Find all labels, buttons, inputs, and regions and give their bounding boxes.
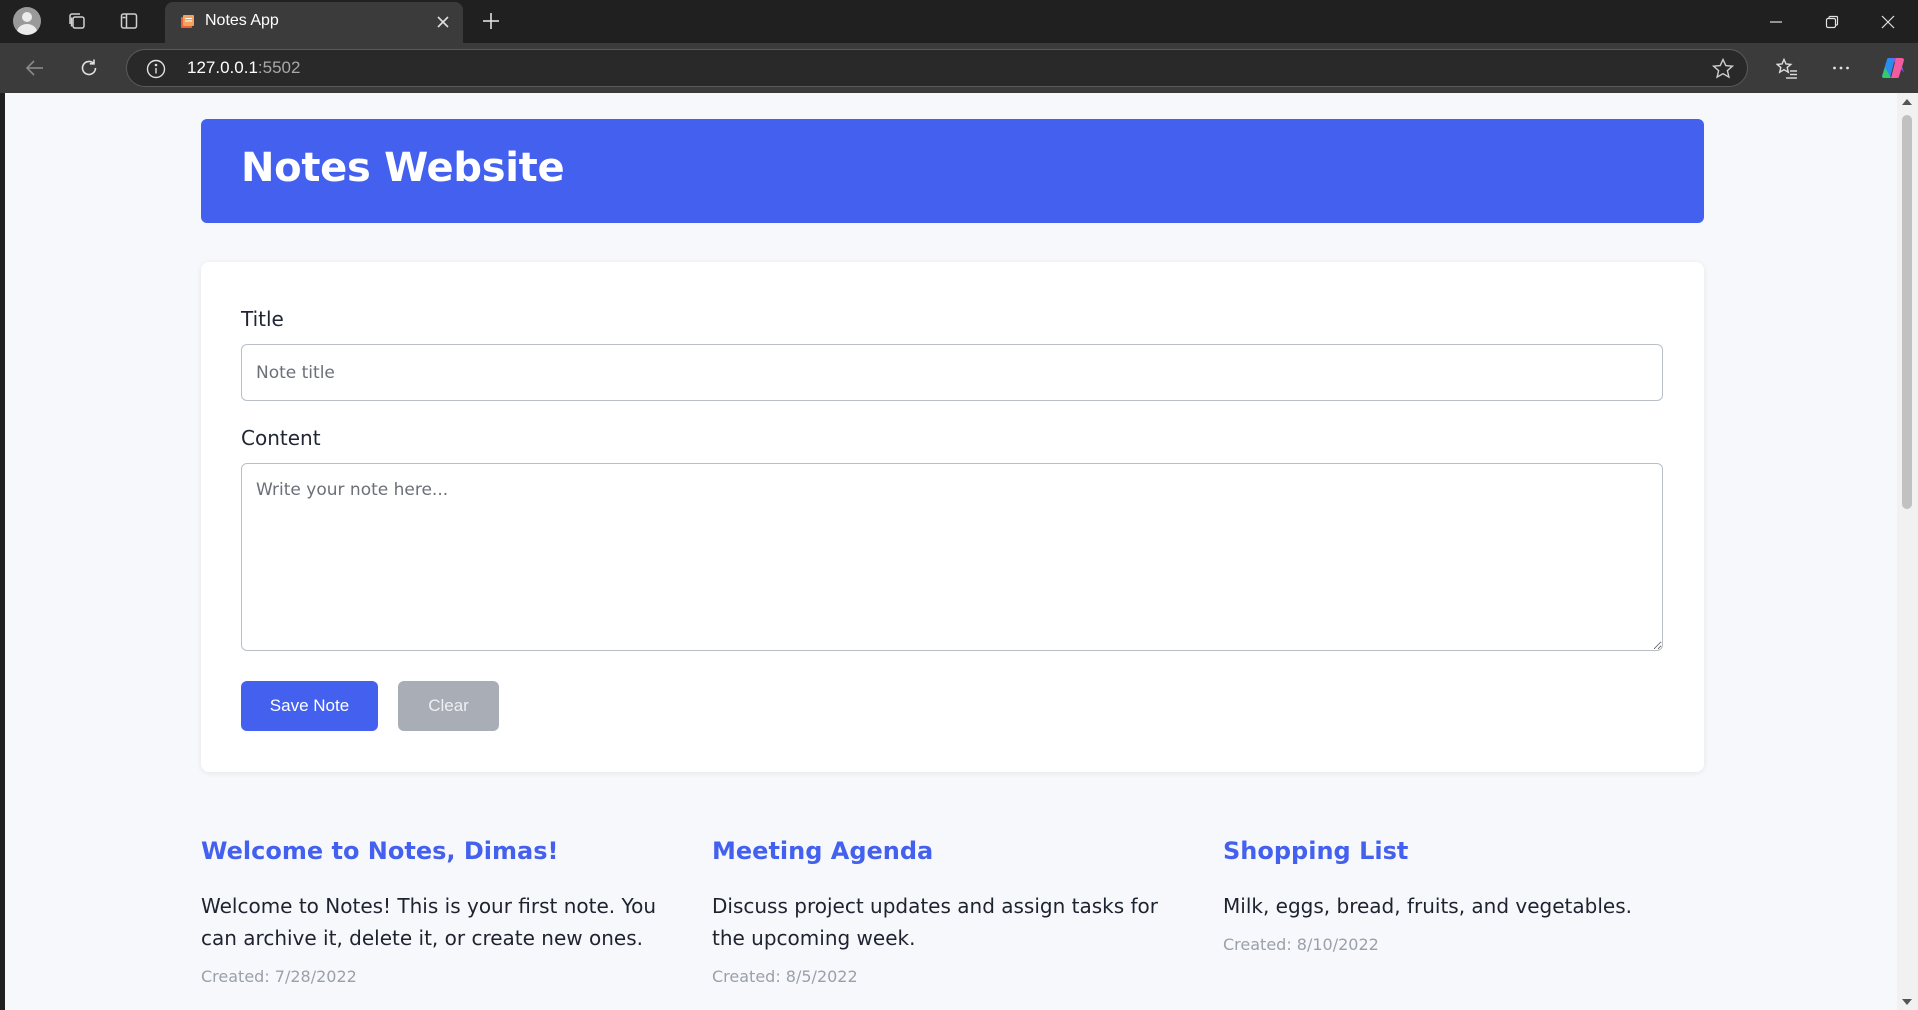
close-icon[interactable]: [435, 14, 451, 30]
tab-notes-app[interactable]: Notes App: [165, 2, 463, 43]
avatar-icon: [13, 7, 41, 35]
restore-icon: [1825, 15, 1839, 28]
content-label: Content: [241, 426, 321, 450]
title-label: Title: [241, 307, 284, 331]
url-port: :5502: [257, 58, 301, 77]
side-panel-button[interactable]: [114, 8, 144, 34]
window-close-icon: [1881, 15, 1895, 28]
browser-toolbar: 127.0.0.1:5502: [0, 43, 1918, 93]
address-bar[interactable]: 127.0.0.1:5502: [126, 49, 1748, 87]
favorites-button[interactable]: [1770, 53, 1804, 83]
favorites-list-icon: [1776, 57, 1797, 79]
page-scrollbar[interactable]: [1897, 93, 1918, 1010]
notes-favicon-icon: [181, 15, 194, 28]
back-button[interactable]: [18, 53, 52, 83]
new-tab-button[interactable]: [477, 8, 505, 34]
save-note-button[interactable]: Save Note: [241, 681, 378, 731]
url-host: 127.0.0.1: [187, 58, 258, 77]
scroll-up-arrow-icon[interactable]: [1902, 99, 1912, 105]
more-button[interactable]: [1824, 53, 1858, 83]
title-input[interactable]: [241, 344, 1663, 401]
copilot-button[interactable]: [1876, 53, 1910, 83]
copilot-icon: [1882, 58, 1904, 78]
note-form: Title Content Save Note Clear: [201, 262, 1704, 772]
note-card[interactable]: Welcome to Notes, Dimas! Welcome to Note…: [201, 836, 671, 988]
note-card[interactable]: Meeting Agenda Discuss project updates a…: [712, 836, 1182, 988]
note-title: Shopping List: [1223, 837, 1409, 865]
star-icon[interactable]: [1711, 57, 1735, 81]
tab-title: Notes App: [205, 12, 279, 29]
plus-icon: [483, 13, 499, 29]
arrow-left-icon: [25, 60, 43, 76]
site-title: Notes Website: [241, 145, 565, 191]
note-created-date: Created: 8/10/2022: [1223, 935, 1379, 954]
collections-icon: [69, 13, 85, 29]
note-title: Meeting Agenda: [712, 837, 934, 865]
info-icon[interactable]: [145, 58, 167, 80]
note-card[interactable]: Shopping List Milk, eggs, bread, fruits,…: [1223, 836, 1693, 956]
url-text[interactable]: 127.0.0.1:5502: [187, 58, 300, 78]
content-textarea[interactable]: [241, 463, 1663, 651]
minimize-icon: [1770, 20, 1782, 23]
note-created-date: Created: 8/5/2022: [712, 967, 858, 986]
note-content: Welcome to Notes! This is your first not…: [201, 894, 656, 950]
reload-button[interactable]: [72, 53, 106, 83]
collections-button[interactable]: [62, 8, 92, 34]
note-content: Discuss project updates and assign tasks…: [712, 894, 1159, 950]
ellipsis-icon: [1833, 66, 1849, 70]
restore-button[interactable]: [1804, 0, 1860, 43]
note-content: Milk, eggs, bread, fruits, and vegetable…: [1223, 894, 1632, 918]
profile-button[interactable]: [12, 6, 42, 36]
note-title: Welcome to Notes, Dimas!: [201, 837, 559, 865]
scroll-down-arrow-icon[interactable]: [1902, 999, 1912, 1005]
window-close-button[interactable]: [1860, 0, 1916, 43]
page-viewport: Notes Website Title Content Save Note Cl…: [5, 93, 1897, 1010]
minimize-button[interactable]: [1748, 0, 1804, 43]
clear-button[interactable]: Clear: [398, 681, 499, 731]
note-created-date: Created: 7/28/2022: [201, 967, 357, 986]
browser-tab-bar: Notes App: [0, 0, 1918, 43]
side-panel-icon: [120, 13, 138, 29]
site-header: Notes Website: [201, 119, 1704, 223]
scroll-thumb[interactable]: [1902, 115, 1912, 509]
reload-icon: [81, 59, 97, 76]
